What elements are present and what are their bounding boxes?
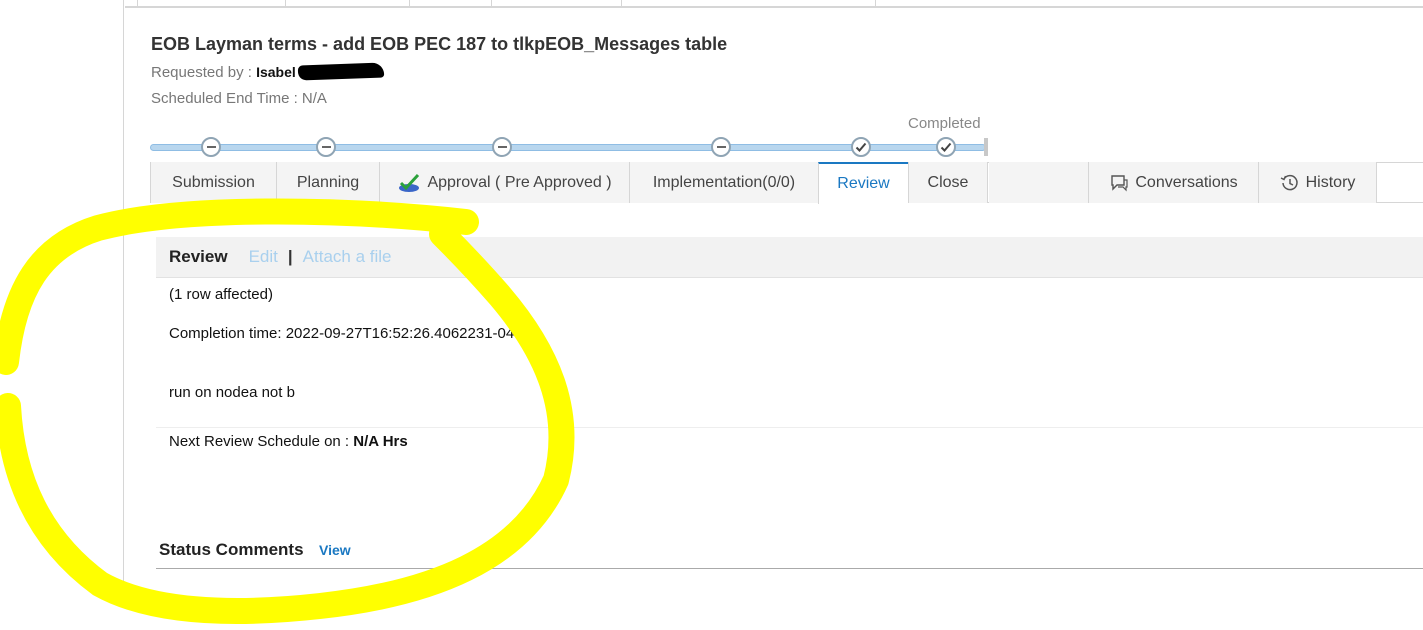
next-review-label: Next Review Schedule on : [169, 433, 354, 450]
tab-label: Implementation(0/0) [652, 173, 796, 191]
progress-end-cap [984, 138, 988, 156]
tab-submission[interactable]: Submission [150, 162, 276, 203]
left-panel-border [123, 0, 124, 590]
toolbar-divider [409, 0, 410, 8]
toolbar-divider [875, 0, 876, 8]
next-review-schedule: Next Review Schedule on : N/A Hrs [169, 433, 408, 450]
requester-name: Isabel [256, 64, 296, 80]
top-toolbar-strip [125, 0, 1423, 8]
review-section-header: Review Edit | Attach a file [156, 237, 1423, 278]
ticket-title: EOB Layman terms - add EOB PEC 187 to tl… [151, 34, 728, 54]
requested-by: Requested by : Isabel [151, 62, 385, 81]
conversations-label: Conversations [1135, 173, 1238, 191]
review-text-line: (1 row affected) [169, 286, 273, 303]
progress-status-label: Completed [908, 115, 981, 132]
review-heading: Review [169, 247, 228, 266]
conversations-button[interactable]: Conversations [1088, 162, 1258, 203]
toolbar-divider [137, 0, 138, 8]
tab-label: Close [927, 173, 969, 191]
edit-link[interactable]: Edit [249, 247, 278, 267]
tab-implementation[interactable]: Implementation(0/0) [629, 162, 818, 203]
toolbar-divider [621, 0, 622, 8]
tab-approval[interactable]: Approval ( Pre Approved ) [379, 162, 629, 203]
tab-review[interactable]: Review [818, 162, 908, 204]
review-text-line: run on nodea not b [169, 384, 295, 401]
tab-label: Approval ( Pre Approved ) [427, 173, 612, 191]
tab-bar: Submission Planning Approval ( Pre Appro… [150, 162, 1423, 204]
requested-by-label: Requested by : [151, 64, 257, 81]
tab-label: Review [837, 175, 890, 192]
approval-check-icon [399, 173, 420, 192]
tab-label: Submission [172, 173, 255, 191]
history-button[interactable]: History [1258, 162, 1377, 203]
tab-label: Planning [296, 173, 360, 191]
status-comments-heading: Status Comments [159, 540, 304, 559]
status-comments-divider [156, 568, 1423, 569]
stage-pending-icon [492, 137, 512, 157]
tab-bar-gap [989, 162, 1088, 203]
link-separator: | [287, 247, 293, 266]
toolbar-divider [491, 0, 492, 8]
history-label: History [1305, 173, 1356, 191]
stage-complete-icon [936, 137, 956, 157]
toolbar-divider [285, 0, 286, 8]
stage-pending-icon [711, 137, 731, 157]
tab-close[interactable]: Close [908, 162, 988, 203]
review-text-line: Completion time: 2022-09-27T16:52:26.406… [169, 325, 536, 342]
scheduled-end-time: Scheduled End Time : N/A [151, 90, 327, 107]
stage-pending-icon [316, 137, 336, 157]
attach-file-link[interactable]: Attach a file [303, 247, 392, 267]
stage-complete-icon [851, 137, 871, 157]
next-review-value: N/A Hrs [353, 433, 408, 450]
redaction-mark [297, 62, 385, 81]
status-comments-view-link[interactable]: View [319, 542, 351, 558]
section-divider [156, 427, 1423, 428]
tab-planning[interactable]: Planning [276, 162, 379, 203]
speech-bubble-icon [1111, 174, 1128, 191]
history-clock-icon [1280, 174, 1298, 190]
stage-pending-icon [201, 137, 221, 157]
